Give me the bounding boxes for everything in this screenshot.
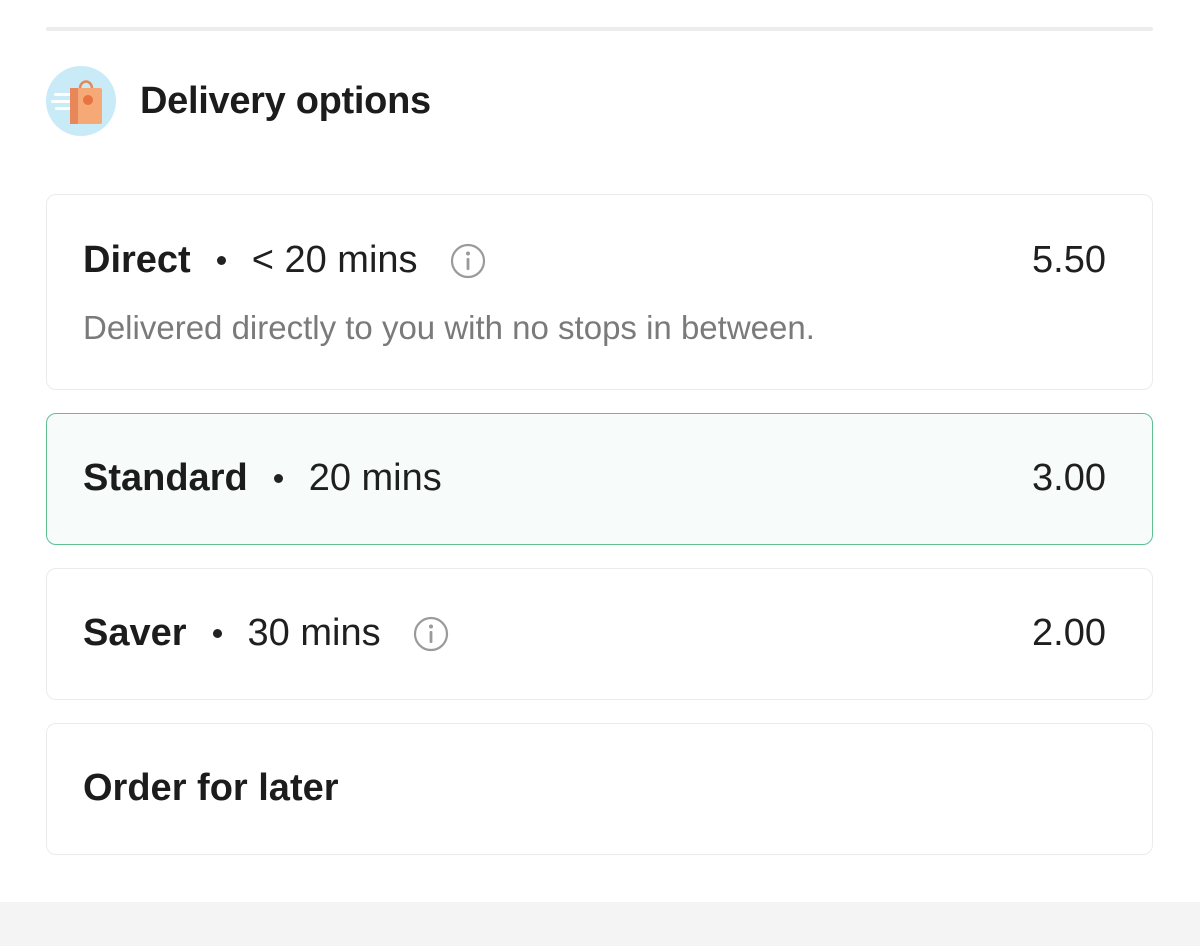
delivery-options-header: Delivery options — [46, 65, 431, 137]
option-price: 3.00 — [1032, 457, 1106, 499]
option-name: Standard — [83, 457, 248, 499]
delivery-option-standard[interactable]: Standard 20 mins 3.00 — [46, 413, 1153, 545]
option-time: 20 mins — [308, 457, 442, 499]
option-price: 5.50 — [1032, 239, 1106, 281]
option-price: 2.00 — [1032, 612, 1106, 654]
separator-dot — [212, 629, 222, 638]
top-divider — [46, 27, 1153, 31]
option-row: Direct < 20 mins 5.50 — [83, 239, 1106, 282]
info-icon[interactable] — [413, 616, 449, 652]
delivery-option-order-for-later[interactable]: Order for later — [46, 723, 1153, 855]
option-row: Standard 20 mins 3.00 — [83, 457, 1106, 500]
option-row: Order for later — [83, 767, 1106, 810]
option-time: 30 mins — [247, 612, 381, 654]
option-name: Saver — [83, 612, 187, 654]
separator-dot — [216, 256, 226, 265]
delivery-options-screen: Delivery options Direct < 20 mins 5.50 D… — [0, 0, 1200, 946]
shopping-bag-delivery-icon — [46, 66, 116, 136]
info-icon[interactable] — [450, 243, 486, 279]
option-description: Delivered directly to you with no stops … — [83, 309, 815, 346]
delivery-option-direct[interactable]: Direct < 20 mins 5.50 Delivered directly… — [46, 194, 1153, 390]
delivery-option-saver[interactable]: Saver 30 mins 2.00 — [46, 568, 1153, 700]
bottom-section-divider — [0, 902, 1200, 946]
separator-dot — [273, 474, 283, 483]
option-time: < 20 mins — [251, 239, 418, 281]
page-title: Delivery options — [140, 79, 431, 122]
option-row: Saver 30 mins 2.00 — [83, 612, 1106, 655]
option-name: Direct — [83, 239, 191, 281]
option-name: Order for later — [83, 767, 339, 809]
